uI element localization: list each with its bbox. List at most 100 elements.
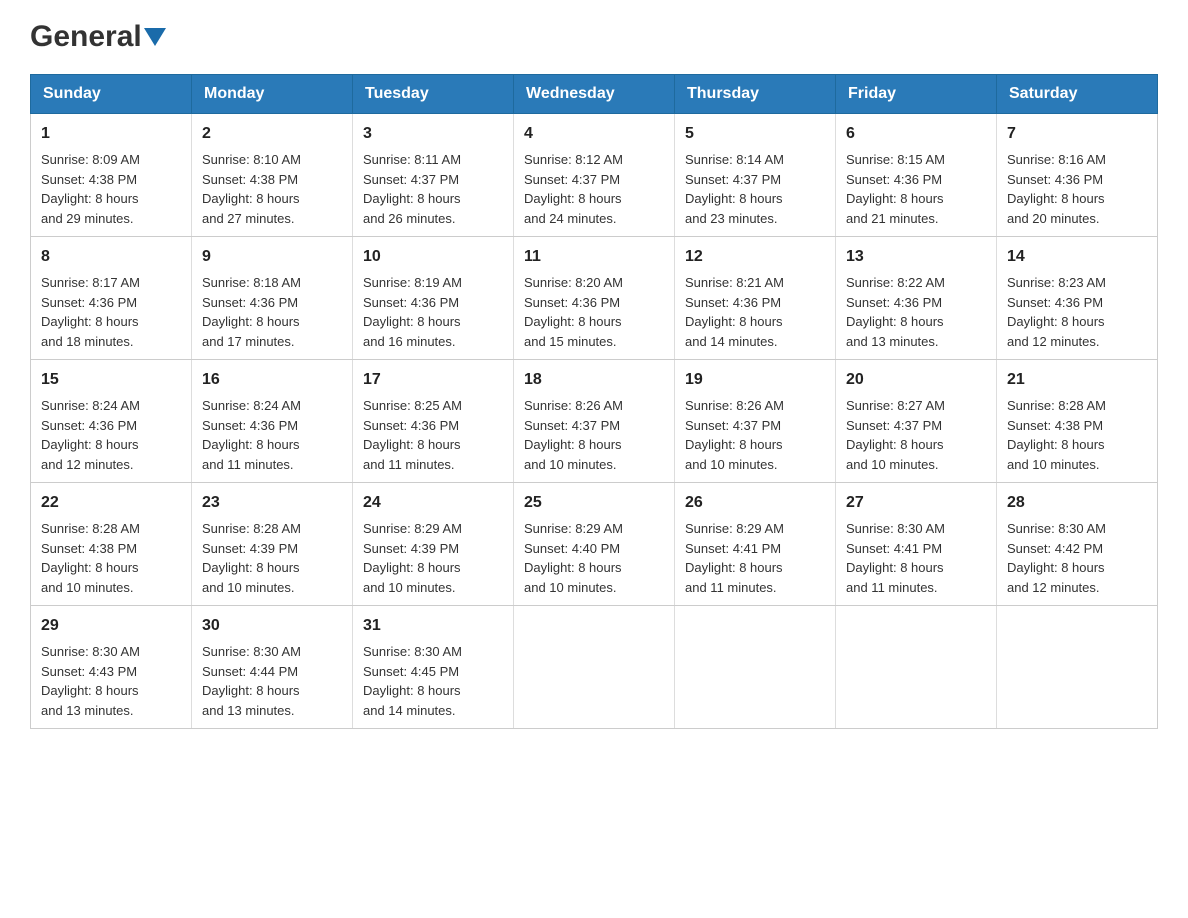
day-number: 8 [41, 245, 181, 269]
calendar-cell: 6 Sunrise: 8:15 AMSunset: 4:36 PMDayligh… [836, 114, 997, 237]
day-info: Sunrise: 8:16 AMSunset: 4:36 PMDaylight:… [1007, 152, 1106, 226]
calendar-cell: 14 Sunrise: 8:23 AMSunset: 4:36 PMDaylig… [997, 237, 1158, 360]
calendar-cell: 12 Sunrise: 8:21 AMSunset: 4:36 PMDaylig… [675, 237, 836, 360]
calendar-cell: 3 Sunrise: 8:11 AMSunset: 4:37 PMDayligh… [353, 114, 514, 237]
day-number: 14 [1007, 245, 1147, 269]
calendar-cell: 30 Sunrise: 8:30 AMSunset: 4:44 PMDaylig… [192, 606, 353, 729]
page-header: General [30, 20, 1158, 54]
day-info: Sunrise: 8:29 AMSunset: 4:41 PMDaylight:… [685, 521, 784, 595]
day-info: Sunrise: 8:28 AMSunset: 4:39 PMDaylight:… [202, 521, 301, 595]
day-number: 15 [41, 368, 181, 392]
calendar-cell [836, 606, 997, 729]
calendar-cell: 18 Sunrise: 8:26 AMSunset: 4:37 PMDaylig… [514, 360, 675, 483]
logo-triangle-icon [144, 28, 166, 46]
day-number: 23 [202, 491, 342, 515]
day-info: Sunrise: 8:24 AMSunset: 4:36 PMDaylight:… [41, 398, 140, 472]
day-number: 3 [363, 122, 503, 146]
calendar-cell: 4 Sunrise: 8:12 AMSunset: 4:37 PMDayligh… [514, 114, 675, 237]
day-number: 26 [685, 491, 825, 515]
calendar-cell: 17 Sunrise: 8:25 AMSunset: 4:36 PMDaylig… [353, 360, 514, 483]
col-header-sunday: Sunday [31, 75, 192, 114]
day-number: 11 [524, 245, 664, 269]
calendar-cell: 13 Sunrise: 8:22 AMSunset: 4:36 PMDaylig… [836, 237, 997, 360]
day-number: 2 [202, 122, 342, 146]
calendar-cell [997, 606, 1158, 729]
day-number: 29 [41, 614, 181, 638]
calendar-cell: 5 Sunrise: 8:14 AMSunset: 4:37 PMDayligh… [675, 114, 836, 237]
day-info: Sunrise: 8:12 AMSunset: 4:37 PMDaylight:… [524, 152, 623, 226]
calendar-week-row: 1 Sunrise: 8:09 AMSunset: 4:38 PMDayligh… [31, 114, 1158, 237]
calendar-cell: 1 Sunrise: 8:09 AMSunset: 4:38 PMDayligh… [31, 114, 192, 237]
calendar-cell: 29 Sunrise: 8:30 AMSunset: 4:43 PMDaylig… [31, 606, 192, 729]
calendar-cell: 10 Sunrise: 8:19 AMSunset: 4:36 PMDaylig… [353, 237, 514, 360]
calendar-week-row: 29 Sunrise: 8:30 AMSunset: 4:43 PMDaylig… [31, 606, 1158, 729]
day-number: 31 [363, 614, 503, 638]
calendar-cell: 2 Sunrise: 8:10 AMSunset: 4:38 PMDayligh… [192, 114, 353, 237]
calendar-cell: 20 Sunrise: 8:27 AMSunset: 4:37 PMDaylig… [836, 360, 997, 483]
col-header-friday: Friday [836, 75, 997, 114]
calendar-cell: 25 Sunrise: 8:29 AMSunset: 4:40 PMDaylig… [514, 483, 675, 606]
day-number: 18 [524, 368, 664, 392]
calendar-header-row: SundayMondayTuesdayWednesdayThursdayFrid… [31, 75, 1158, 114]
day-info: Sunrise: 8:23 AMSunset: 4:36 PMDaylight:… [1007, 275, 1106, 349]
day-number: 20 [846, 368, 986, 392]
col-header-thursday: Thursday [675, 75, 836, 114]
calendar-cell: 31 Sunrise: 8:30 AMSunset: 4:45 PMDaylig… [353, 606, 514, 729]
calendar-cell: 22 Sunrise: 8:28 AMSunset: 4:38 PMDaylig… [31, 483, 192, 606]
col-header-wednesday: Wednesday [514, 75, 675, 114]
day-number: 5 [685, 122, 825, 146]
calendar-cell: 9 Sunrise: 8:18 AMSunset: 4:36 PMDayligh… [192, 237, 353, 360]
calendar-cell: 8 Sunrise: 8:17 AMSunset: 4:36 PMDayligh… [31, 237, 192, 360]
col-header-tuesday: Tuesday [353, 75, 514, 114]
calendar-cell [514, 606, 675, 729]
day-number: 10 [363, 245, 503, 269]
day-info: Sunrise: 8:21 AMSunset: 4:36 PMDaylight:… [685, 275, 784, 349]
day-info: Sunrise: 8:30 AMSunset: 4:44 PMDaylight:… [202, 644, 301, 718]
calendar-cell: 26 Sunrise: 8:29 AMSunset: 4:41 PMDaylig… [675, 483, 836, 606]
calendar-cell: 28 Sunrise: 8:30 AMSunset: 4:42 PMDaylig… [997, 483, 1158, 606]
day-info: Sunrise: 8:26 AMSunset: 4:37 PMDaylight:… [685, 398, 784, 472]
day-number: 12 [685, 245, 825, 269]
day-info: Sunrise: 8:11 AMSunset: 4:37 PMDaylight:… [363, 152, 461, 226]
day-info: Sunrise: 8:10 AMSunset: 4:38 PMDaylight:… [202, 152, 301, 226]
day-info: Sunrise: 8:15 AMSunset: 4:36 PMDaylight:… [846, 152, 945, 226]
calendar-cell: 21 Sunrise: 8:28 AMSunset: 4:38 PMDaylig… [997, 360, 1158, 483]
logo: General [30, 20, 166, 54]
day-info: Sunrise: 8:29 AMSunset: 4:40 PMDaylight:… [524, 521, 623, 595]
day-info: Sunrise: 8:29 AMSunset: 4:39 PMDaylight:… [363, 521, 462, 595]
day-number: 24 [363, 491, 503, 515]
day-info: Sunrise: 8:30 AMSunset: 4:43 PMDaylight:… [41, 644, 140, 718]
day-info: Sunrise: 8:22 AMSunset: 4:36 PMDaylight:… [846, 275, 945, 349]
day-info: Sunrise: 8:17 AMSunset: 4:36 PMDaylight:… [41, 275, 140, 349]
calendar-cell: 19 Sunrise: 8:26 AMSunset: 4:37 PMDaylig… [675, 360, 836, 483]
day-number: 27 [846, 491, 986, 515]
calendar-cell [675, 606, 836, 729]
day-info: Sunrise: 8:20 AMSunset: 4:36 PMDaylight:… [524, 275, 623, 349]
calendar-cell: 7 Sunrise: 8:16 AMSunset: 4:36 PMDayligh… [997, 114, 1158, 237]
day-info: Sunrise: 8:30 AMSunset: 4:42 PMDaylight:… [1007, 521, 1106, 595]
calendar-cell: 24 Sunrise: 8:29 AMSunset: 4:39 PMDaylig… [353, 483, 514, 606]
day-info: Sunrise: 8:27 AMSunset: 4:37 PMDaylight:… [846, 398, 945, 472]
day-info: Sunrise: 8:28 AMSunset: 4:38 PMDaylight:… [1007, 398, 1106, 472]
day-info: Sunrise: 8:14 AMSunset: 4:37 PMDaylight:… [685, 152, 784, 226]
day-number: 13 [846, 245, 986, 269]
day-number: 16 [202, 368, 342, 392]
day-number: 21 [1007, 368, 1147, 392]
calendar-week-row: 22 Sunrise: 8:28 AMSunset: 4:38 PMDaylig… [31, 483, 1158, 606]
day-number: 4 [524, 122, 664, 146]
logo-general-text: General [30, 20, 142, 54]
calendar-week-row: 8 Sunrise: 8:17 AMSunset: 4:36 PMDayligh… [31, 237, 1158, 360]
day-info: Sunrise: 8:09 AMSunset: 4:38 PMDaylight:… [41, 152, 140, 226]
calendar-cell: 15 Sunrise: 8:24 AMSunset: 4:36 PMDaylig… [31, 360, 192, 483]
col-header-saturday: Saturday [997, 75, 1158, 114]
day-info: Sunrise: 8:19 AMSunset: 4:36 PMDaylight:… [363, 275, 462, 349]
calendar-cell: 23 Sunrise: 8:28 AMSunset: 4:39 PMDaylig… [192, 483, 353, 606]
calendar-table: SundayMondayTuesdayWednesdayThursdayFrid… [30, 74, 1158, 729]
day-info: Sunrise: 8:26 AMSunset: 4:37 PMDaylight:… [524, 398, 623, 472]
day-number: 9 [202, 245, 342, 269]
day-number: 28 [1007, 491, 1147, 515]
day-number: 19 [685, 368, 825, 392]
day-number: 7 [1007, 122, 1147, 146]
day-info: Sunrise: 8:28 AMSunset: 4:38 PMDaylight:… [41, 521, 140, 595]
calendar-cell: 16 Sunrise: 8:24 AMSunset: 4:36 PMDaylig… [192, 360, 353, 483]
